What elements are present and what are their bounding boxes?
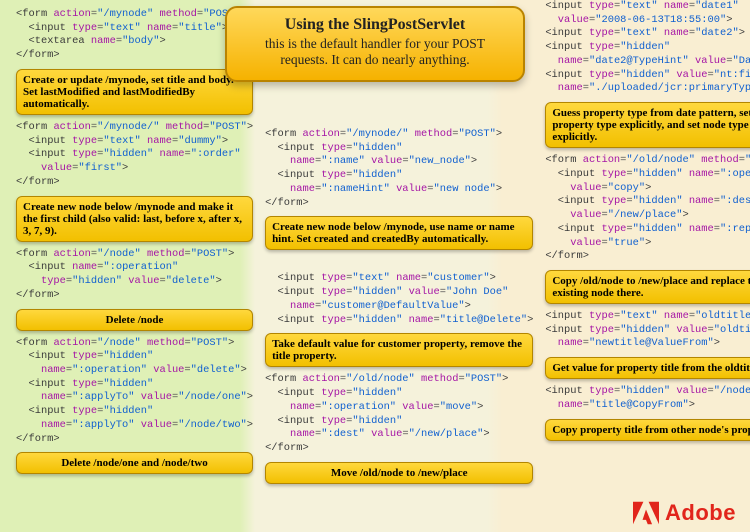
code-snippet: <form action="/mynode/" method="POST"> <… — [16, 121, 253, 190]
code-snippet: <form action="/old/node" method="POST"> … — [545, 154, 750, 264]
annotation: Guess property type from date pattern, s… — [545, 102, 750, 148]
header-title: Using the SlingPostServlet — [241, 16, 509, 34]
annotation: Copy property title from other node's pr… — [545, 419, 750, 441]
header-subtitle: this is the default handler for your POS… — [241, 36, 509, 68]
code-snippet: <input type="hidden" value="/node/prop" … — [545, 385, 750, 412]
adobe-logo-icon — [633, 501, 659, 525]
code-snippet: <input type="text" name="oldtitle"> <inp… — [545, 310, 750, 351]
annotation: Take default value for customer property… — [265, 333, 533, 367]
annotation: Move /old/node to /new/place — [265, 462, 533, 484]
column-right: <input type="text" name="date1" value="2… — [539, 8, 750, 496]
annotation: Create new node below /mynode, use name … — [265, 216, 533, 250]
annotation: Create new node below /mynode and make i… — [16, 196, 253, 242]
code-snippet: <form action="/node" method="POST"> <inp… — [16, 337, 253, 447]
code-snippet: <form action="/old/node" method="POST"> … — [265, 373, 533, 455]
annotation: Delete /node/one and /node/two — [16, 452, 253, 474]
code-snippet: <form action="/mynode" method="POST"> <i… — [16, 8, 253, 63]
annotation: Delete /node — [16, 309, 253, 331]
header-card: Using the SlingPostServlet this is the d… — [225, 6, 525, 82]
adobe-logo-text: Adobe — [665, 500, 736, 526]
code-snippet: <form action="/node" method="POST"> <inp… — [16, 248, 253, 303]
code-snippet: <form action="/mynode/" method="POST"> <… — [265, 128, 533, 210]
annotation: Create or update /mynode, set title and … — [16, 69, 253, 115]
annotation: Get value for property title from the ol… — [545, 357, 750, 379]
code-snippet: <input type="text" name="customer"> <inp… — [265, 272, 533, 327]
adobe-logo: Adobe — [633, 500, 736, 526]
annotation: Copy /old/node to /new/place and replace… — [545, 270, 750, 304]
column-left: <form action="/mynode" method="POST"> <i… — [10, 8, 259, 496]
code-snippet: <input type="text" name="date1" value="2… — [545, 0, 750, 96]
